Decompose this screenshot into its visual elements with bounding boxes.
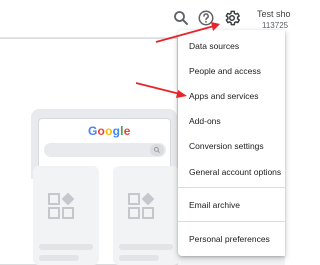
google-logo: Google (88, 124, 131, 138)
menu-item-people-and-access[interactable]: People and access (189, 65, 261, 77)
account-name: Test sho (257, 9, 291, 19)
menu-divider (178, 221, 285, 222)
search-icon[interactable] (172, 9, 190, 27)
widgets-icon (48, 193, 75, 219)
menu-divider (178, 187, 285, 188)
menu-item-apps-and-services[interactable]: Apps and services (189, 90, 258, 102)
menu-item-personal-preferences[interactable]: Personal preferences (189, 233, 270, 245)
settings-menu: Data sources People and access Apps and … (178, 30, 285, 256)
help-icon[interactable] (197, 9, 215, 27)
widgets-icon (128, 193, 155, 219)
illustration-search-bar (44, 143, 166, 157)
search-icon (153, 146, 161, 154)
menu-item-general-account-options[interactable]: General account options (189, 166, 281, 178)
menu-item-email-archive[interactable]: Email archive (189, 199, 240, 211)
menu-item-add-ons[interactable]: Add-ons (189, 115, 221, 127)
illustration-search-button (150, 144, 164, 156)
menu-item-conversion-settings[interactable]: Conversion settings (189, 140, 264, 152)
app-tile (33, 166, 99, 265)
account-switcher[interactable]: Test sho 113725 (257, 9, 291, 31)
gear-icon[interactable] (223, 9, 241, 27)
app-tile (113, 166, 179, 265)
menu-item-data-sources[interactable]: Data sources (189, 40, 239, 52)
